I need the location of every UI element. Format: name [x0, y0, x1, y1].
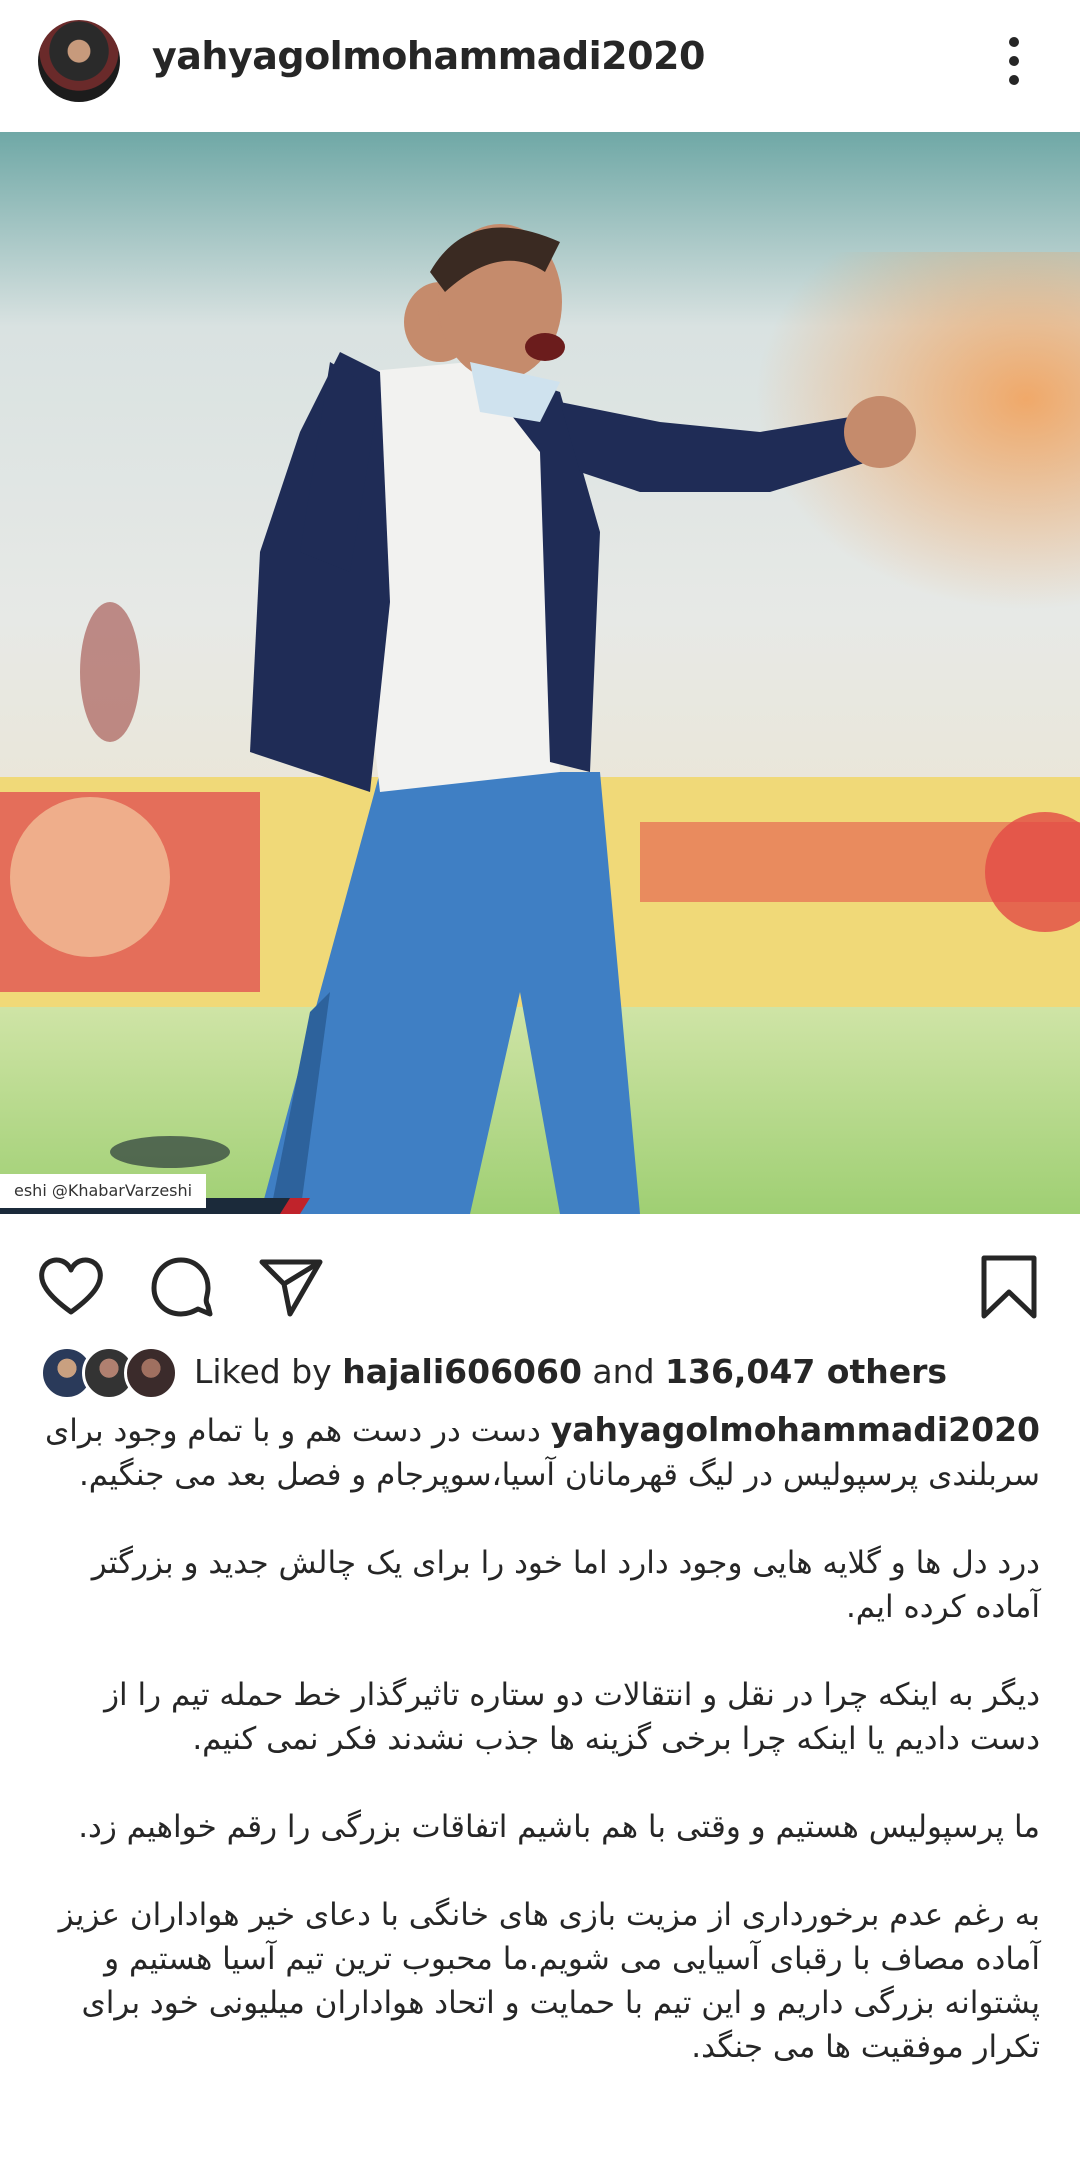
caption-paragraph: ما پرسپولیس هستیم و وقتی با هم باشیم اتف…: [78, 1809, 1040, 1845]
likes-row: Liked by hajali606060 and 136,047 others: [0, 1342, 1080, 1404]
heart-icon[interactable]: [36, 1252, 106, 1322]
caption-paragraph: به رغم عدم برخورداری از مزیت بازی های خا…: [58, 1897, 1040, 2065]
caption-username[interactable]: yahyagolmohammadi2020: [551, 1410, 1040, 1449]
likes-summary[interactable]: Liked by hajali606060 and 136,047 others: [194, 1352, 947, 1391]
comment-icon[interactable]: [146, 1252, 216, 1322]
liker-username[interactable]: hajali606060: [342, 1352, 582, 1391]
post-username[interactable]: yahyagolmohammadi2020: [152, 34, 705, 78]
caption-first-paragraph: yahyagolmohammadi2020 دست در دست هم و با…: [40, 1408, 1040, 1497]
post-caption: yahyagolmohammadi2020 دست در دست هم و با…: [40, 1408, 1040, 2113]
bookmark-icon[interactable]: [974, 1252, 1044, 1322]
caption-paragraph: درد دل ها و گلایه هایی وجود دارد اما خود…: [91, 1545, 1040, 1625]
more-vertical-icon[interactable]: [996, 34, 1032, 90]
likes-middle: and: [581, 1352, 666, 1391]
liker-avatar[interactable]: [124, 1346, 178, 1400]
image-watermark: eshi @KhabarVarzeshi: [0, 1174, 207, 1208]
post-actions: [0, 1218, 1080, 1338]
profile-avatar[interactable]: [38, 20, 120, 102]
send-icon[interactable]: [256, 1252, 326, 1322]
likes-count[interactable]: 136,047 others: [665, 1352, 947, 1391]
post-header: yahyagolmohammadi2020: [0, 0, 1080, 132]
post-image[interactable]: eshi @KhabarVarzeshi: [0, 132, 1080, 1214]
caption-paragraph: دیگر به اینکه چرا در نقل و انتقالات دو س…: [104, 1677, 1040, 1757]
likes-prefix: Liked by: [194, 1352, 343, 1391]
